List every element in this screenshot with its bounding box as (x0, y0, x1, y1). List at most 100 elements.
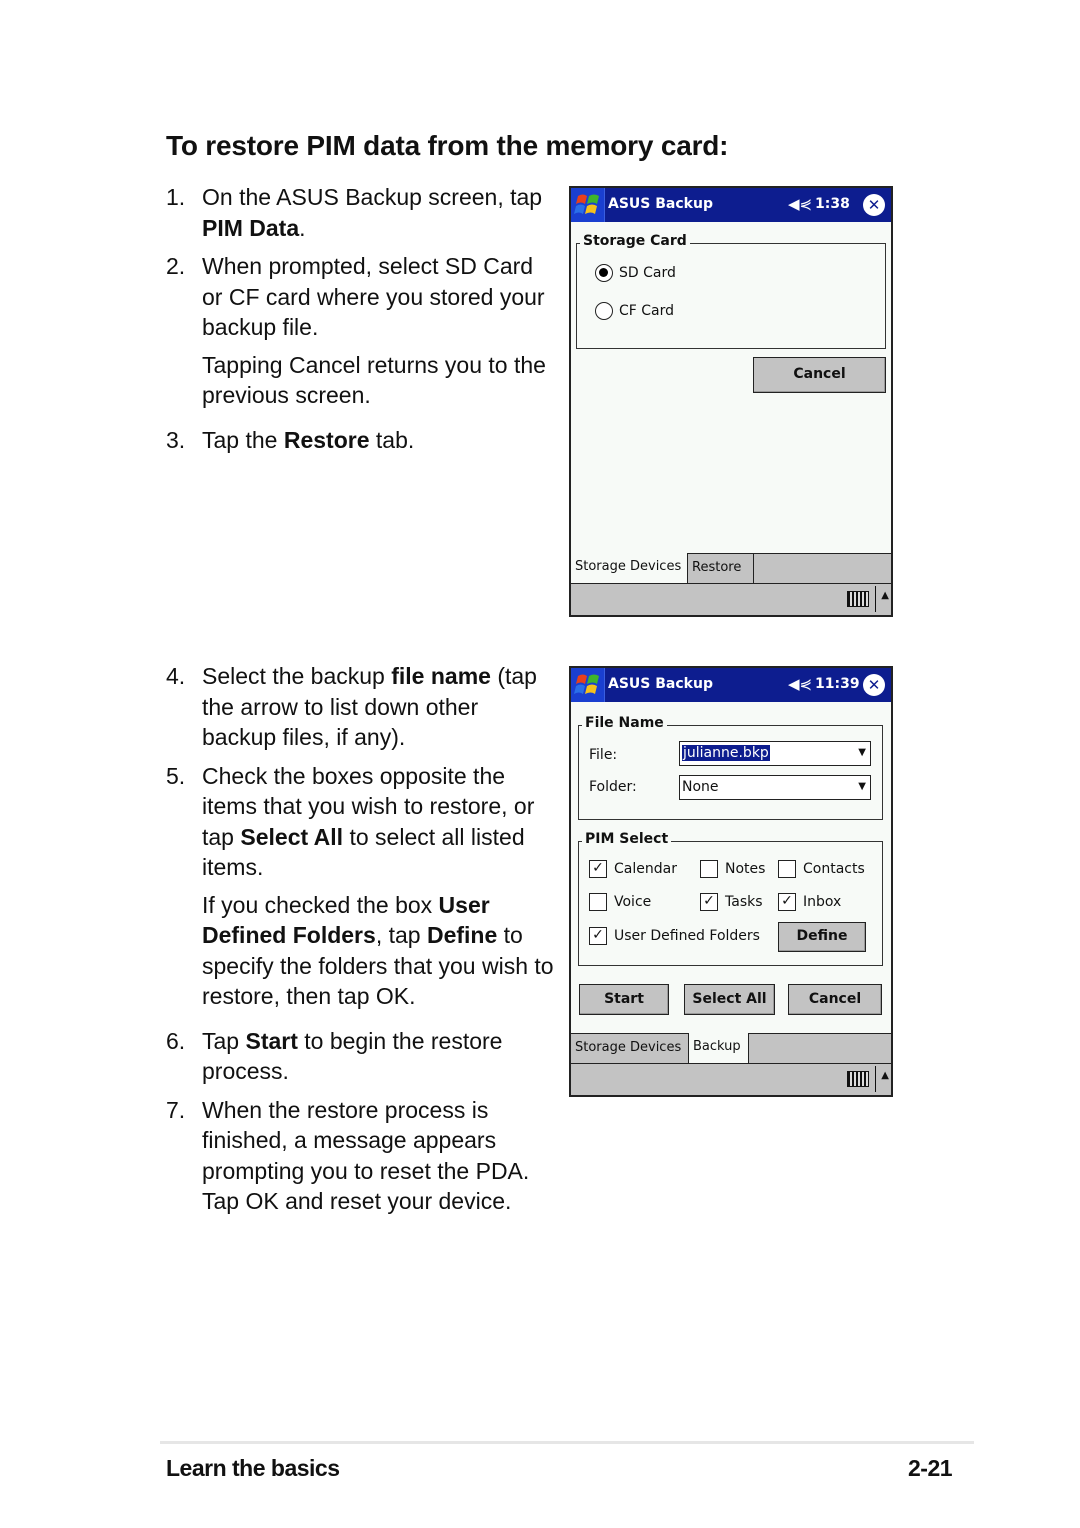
checkbox-inbox[interactable]: ✓ Inbox (778, 893, 841, 911)
select-all-button[interactable]: Select All (684, 984, 775, 1015)
tab-bar: Storage Devices Restore (571, 553, 891, 583)
page-heading: To restore PIM data from the memory card… (166, 130, 729, 161)
checkbox-label: User Defined Folders (614, 928, 760, 944)
steps-part-2: 4. Select the backup file name (tap the … (166, 661, 556, 1217)
unchecked-box-icon (700, 860, 718, 878)
file-select[interactable]: julianne.bkp ▼ (679, 741, 871, 766)
cancel-button[interactable]: Cancel (788, 984, 882, 1015)
step-3: 3. Tap the Restore tab. (166, 425, 556, 456)
step-2: 2. When prompted, select SD Card or CF c… (166, 251, 556, 343)
checkbox-notes[interactable]: Notes (700, 860, 765, 878)
keyboard-icon[interactable] (847, 1071, 869, 1087)
step-text: . (299, 214, 306, 241)
clock[interactable]: 11:39 (815, 676, 860, 692)
title-bar: ASUS Backup ◀︎⋞ 1:38 ✕ (571, 188, 891, 222)
step-text: On the ASUS Backup screen, tap (202, 184, 543, 210)
divider (874, 1066, 876, 1092)
file-label: File: (589, 747, 618, 763)
keyboard-icon[interactable] (847, 591, 869, 607)
tab-storage-devices[interactable]: Storage Devices (571, 1033, 689, 1063)
step-number: 6. (166, 1027, 186, 1054)
step-bold: Start (245, 1027, 298, 1054)
step-number: 4. (166, 663, 186, 689)
tab-storage-devices[interactable]: Storage Devices (571, 553, 688, 583)
radio-empty-icon (595, 302, 613, 320)
app-title: ASUS Backup (608, 676, 713, 692)
folder-select[interactable]: None ▼ (679, 775, 871, 800)
radio-cf-card[interactable]: CF Card (595, 302, 674, 320)
folder-value: None (682, 779, 719, 795)
check-icon: ✓ (700, 893, 718, 911)
tab-bar: Storage Devices Backup (571, 1033, 891, 1063)
speaker-icon[interactable]: ◀︎⋞ (788, 675, 812, 693)
step-text: Select the backup (202, 663, 392, 689)
divider (874, 586, 876, 612)
radio-sd-card[interactable]: SD Card (595, 264, 676, 282)
checkbox-label: Inbox (803, 894, 842, 910)
step-number: 3. (166, 426, 186, 453)
page-number: 2-21 (908, 1455, 953, 1481)
step-text: Tap (202, 1027, 246, 1054)
radio-label: SD Card (619, 265, 676, 281)
radio-selected-icon (595, 264, 613, 282)
file-name-group: File Name File: julianne.bkp ▼ Folder: N… (578, 715, 883, 820)
step-bold: file name (391, 663, 491, 689)
group-label: Storage Card (580, 233, 690, 249)
checkbox-calendar[interactable]: ✓ Calendar (589, 860, 677, 878)
footer-divider (160, 1441, 974, 1444)
step-number: 5. (166, 762, 186, 789)
checkbox-user-defined-folders[interactable]: ✓ User Defined Folders (589, 927, 760, 945)
step-2-note: Tapping Cancel returns you to the previo… (202, 351, 546, 409)
step-text: tab. (369, 426, 415, 453)
checkbox-contacts[interactable]: Contacts (778, 860, 865, 878)
checkbox-label: Contacts (803, 861, 865, 877)
step-text: Tap the (202, 426, 284, 453)
check-icon: ✓ (589, 927, 607, 945)
step-text: When prompted, select SD Card or CF card… (202, 253, 545, 340)
windows-start-icon[interactable] (571, 188, 605, 222)
checkbox-label: Notes (725, 861, 766, 877)
title-bar: ASUS Backup ◀︎⋞ 11:39 ✕ (571, 668, 891, 702)
sip-arrow-icon[interactable]: ▲ (881, 590, 889, 601)
checkbox-voice[interactable]: Voice (589, 893, 651, 911)
step-bold: Restore (283, 426, 370, 453)
checkbox-label: Calendar (614, 861, 677, 877)
clock[interactable]: 1:38 (815, 196, 850, 212)
folder-label: Folder: (589, 779, 637, 795)
step-1: 1. On the ASUS Backup screen, tap PIM Da… (166, 182, 556, 243)
pda-screenshot-storage: ASUS Backup ◀︎⋞ 1:38 ✕ Storage Card SD C… (569, 186, 893, 617)
step-6: 6. Tap Start to begin the restore proces… (166, 1026, 556, 1087)
note-bold: Define (426, 922, 498, 948)
checkbox-tasks[interactable]: ✓ Tasks (700, 893, 763, 911)
windows-start-icon[interactable] (571, 668, 605, 702)
unchecked-box-icon (778, 860, 796, 878)
speaker-icon[interactable]: ◀︎⋞ (788, 195, 812, 213)
command-bar: ▲ (571, 1063, 891, 1095)
chevron-down-icon[interactable]: ▼ (858, 742, 866, 764)
pim-select-group: PIM Select ✓ Calendar Notes Contacts Voic… (578, 831, 883, 966)
sip-arrow-icon[interactable]: ▲ (881, 1070, 889, 1081)
footer-section: Learn the basics (166, 1455, 340, 1481)
step-5-note: If you checked the box User Defined Fold… (166, 890, 556, 1012)
step-bold: PIM Data (202, 214, 300, 241)
tab-restore[interactable]: Restore (688, 553, 754, 583)
radio-label: CF Card (619, 303, 675, 319)
close-icon[interactable]: ✕ (863, 674, 885, 696)
file-value: julianne.bkp (682, 745, 770, 761)
storage-card-group: Storage Card SD Card CF Card (576, 233, 886, 349)
cancel-button[interactable]: Cancel (753, 357, 886, 393)
chevron-down-icon[interactable]: ▼ (858, 776, 866, 798)
step-7: 7. When the restore process is finished,… (166, 1095, 556, 1217)
note-text: If you checked the box (202, 891, 439, 918)
group-label: PIM Select (582, 831, 672, 847)
step-4: 4. Select the backup file name (tap the … (166, 661, 556, 753)
define-button[interactable]: Define (778, 922, 866, 952)
check-icon: ✓ (778, 893, 796, 911)
step-text: When the restore process is finished, a … (202, 1096, 530, 1215)
checkbox-label: Voice (614, 894, 652, 910)
checkbox-label: Tasks (725, 894, 763, 910)
close-icon[interactable]: ✕ (863, 194, 885, 216)
check-icon: ✓ (589, 860, 607, 878)
start-button[interactable]: Start (579, 984, 669, 1015)
tab-backup[interactable]: Backup (689, 1033, 749, 1063)
